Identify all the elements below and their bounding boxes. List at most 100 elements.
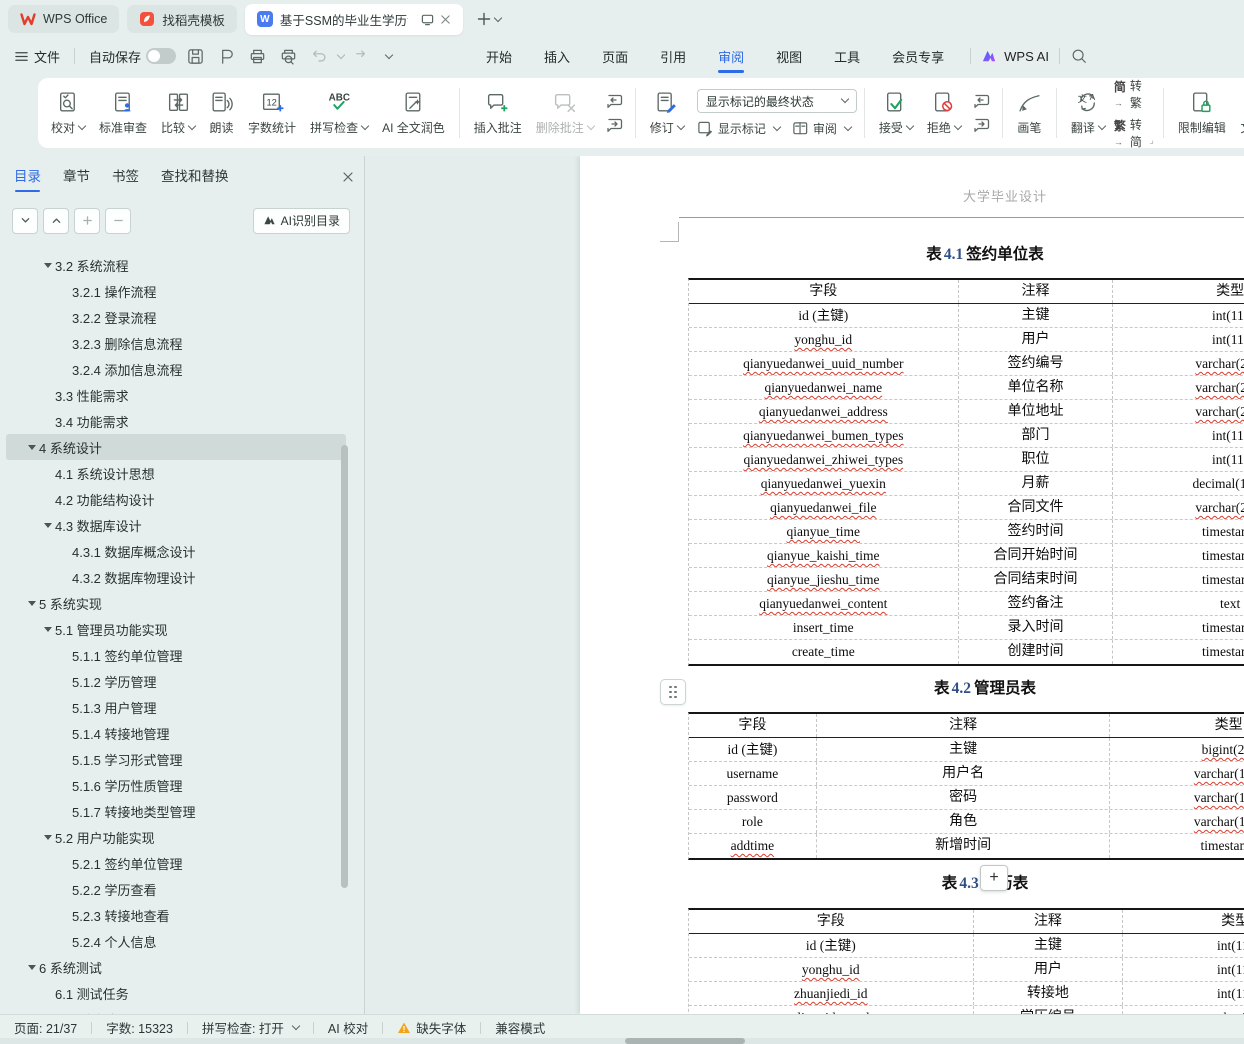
insert-plus-button[interactable]: +: [980, 865, 1008, 891]
doc-permission-button[interactable]: 文档: [1233, 86, 1244, 140]
previous-comment-icon[interactable]: [605, 93, 624, 109]
to-simplified-button[interactable]: 繁→ 转简: [1114, 116, 1142, 149]
toc-item[interactable]: 5.2 用户功能实现: [6, 824, 346, 850]
compat-mode-indicator[interactable]: 兼容模式: [495, 1018, 545, 1037]
toc-item[interactable]: 4.3.2 数据库物理设计: [6, 564, 346, 590]
redo-icon[interactable]: [350, 47, 368, 65]
toc-item[interactable]: 3.2 系统流程: [6, 252, 346, 278]
toc-item[interactable]: 5.1.3 用户管理: [6, 694, 346, 720]
toc-item[interactable]: 5.2.1 签约单位管理: [6, 850, 346, 876]
reject-revision-button[interactable]: 拒绝: [920, 86, 968, 140]
missing-font-warning[interactable]: 缺失字体: [397, 1018, 466, 1037]
toc-item[interactable]: 3.2.3 删除信息流程: [6, 330, 346, 356]
zoom-out-button[interactable]: [105, 207, 131, 234]
toc-item[interactable]: 5.2.2 学历查看: [6, 876, 346, 902]
collaborate-icon[interactable]: [421, 13, 434, 26]
spell-check-button[interactable]: ABC 拼写检查: [303, 86, 375, 140]
collapse-arrow-icon[interactable]: [40, 262, 55, 268]
toc-item[interactable]: 5.1 管理员功能实现: [6, 616, 346, 642]
zoom-in-button[interactable]: [74, 207, 100, 234]
toc-item[interactable]: 6.2 测试过程: [6, 1006, 346, 1015]
restrict-edit-button[interactable]: 限制编辑: [1171, 86, 1233, 140]
save-icon[interactable]: [186, 47, 205, 66]
export-pdf-icon[interactable]: [217, 47, 236, 66]
toc-item[interactable]: 4.3 数据库设计: [6, 512, 346, 538]
tab-docer-templates[interactable]: 找稻壳模板: [127, 5, 237, 33]
markup-state-dropdown[interactable]: 显示标记的最终状态: [696, 89, 857, 113]
quick-toolbar-chevron-icon[interactable]: [384, 50, 394, 59]
toc-item[interactable]: 5.1.6 学历性质管理: [6, 772, 346, 798]
collapse-arrow-icon[interactable]: [24, 964, 39, 970]
toc-item[interactable]: 5.1.1 签约单位管理: [6, 642, 346, 668]
toc-item[interactable]: 4.1 系统设计思想: [6, 460, 346, 486]
tab-document-active[interactable]: W 基于SSM的毕业生学历证明系: [244, 3, 463, 35]
menu-item-view[interactable]: 视图: [760, 38, 818, 74]
horizontal-scrollbar[interactable]: [0, 1038, 1244, 1044]
show-markup-button[interactable]: 显示标记: [697, 120, 782, 137]
proofread-button[interactable]: 校对: [44, 86, 92, 140]
toc-item[interactable]: 3.2.1 操作流程: [6, 278, 346, 304]
search-icon[interactable]: [1070, 47, 1088, 65]
brush-button[interactable]: 画笔: [1010, 86, 1049, 140]
toc-item[interactable]: 5 系统实现: [6, 590, 346, 616]
horizontal-scrollbar-thumb[interactable]: [625, 1038, 745, 1044]
collapse-arrow-icon[interactable]: [40, 522, 55, 528]
previous-revision-icon[interactable]: [972, 93, 991, 109]
collapse-arrow-icon[interactable]: [40, 834, 55, 840]
toc-item[interactable]: 4.3.1 数据库概念设计: [6, 538, 346, 564]
toc-item[interactable]: 3.2.4 添加信息流程: [6, 356, 346, 382]
standard-review-button[interactable]: 标准审查: [92, 86, 154, 140]
toc-item[interactable]: 5.1.2 学历管理: [6, 668, 346, 694]
toc-item[interactable]: 4 系统设计: [6, 434, 346, 460]
toc-item[interactable]: 5.1.7 转接地类型管理: [6, 798, 346, 824]
ai-recognize-toc-button[interactable]: AI识别目录: [252, 207, 350, 234]
new-tab-icon[interactable]: [477, 12, 491, 26]
document-page[interactable]: 大学毕业设计 表4.1签约单位表 字段注释类型id (主键)主键int(11)y…: [580, 156, 1244, 1014]
tab-list-chevron-icon[interactable]: [493, 13, 503, 22]
print-preview-icon[interactable]: [279, 47, 298, 66]
tab-wps-office[interactable]: WPS Office: [8, 5, 120, 33]
collapse-arrow-icon[interactable]: [40, 626, 55, 632]
next-comment-icon[interactable]: [605, 117, 624, 133]
table-move-handle[interactable]: [660, 679, 686, 705]
sidebar-tab-bookmarks[interactable]: 书签: [112, 165, 139, 189]
dialog-launcher-icon[interactable]: ⌟: [1150, 135, 1154, 146]
sidebar-scrollbar-thumb[interactable]: [341, 445, 348, 888]
undo-chevron-icon[interactable]: [336, 50, 346, 59]
compare-button[interactable]: 比较: [154, 86, 202, 140]
undo-icon[interactable]: [310, 47, 328, 65]
autosave-toggle[interactable]: [146, 48, 177, 64]
track-changes-button[interactable]: 修订: [643, 86, 691, 140]
toc-item[interactable]: 6.1 测试任务: [6, 980, 346, 1006]
menu-item-review[interactable]: 审阅: [702, 38, 760, 74]
sidebar-tab-chapters[interactable]: 章节: [63, 165, 90, 189]
close-tab-icon[interactable]: [440, 14, 451, 25]
collapse-arrow-icon[interactable]: [24, 600, 39, 606]
toc-item[interactable]: 5.2.3 转接地查看: [6, 902, 346, 928]
menu-item-member[interactable]: 会员专享: [876, 38, 960, 74]
ai-proofread-status[interactable]: AI 校对: [328, 1018, 368, 1037]
collapse-arrow-icon[interactable]: [24, 444, 39, 450]
to-traditional-button[interactable]: 简→ 转繁: [1114, 78, 1142, 111]
wps-ai-button[interactable]: WPS AI: [981, 48, 1049, 65]
delete-comment-button[interactable]: 删除批注: [529, 86, 601, 140]
toc-item[interactable]: 6 系统测试: [6, 954, 346, 980]
print-icon[interactable]: [248, 47, 267, 66]
translate-button[interactable]: 文A 翻译: [1064, 86, 1112, 140]
toc-item[interactable]: 4.2 功能结构设计: [6, 486, 346, 512]
collapse-all-button[interactable]: [43, 207, 69, 234]
word-count-button[interactable]: 12 字数统计: [241, 86, 303, 140]
accept-revision-button[interactable]: 接受: [872, 86, 920, 140]
next-revision-icon[interactable]: [972, 117, 991, 133]
toc-item[interactable]: 3.4 功能需求: [6, 408, 346, 434]
sidebar-tab-catalog[interactable]: 目录: [14, 165, 41, 192]
review-pane-button[interactable]: 审阅: [792, 120, 853, 137]
menu-item-reference[interactable]: 引用: [644, 38, 702, 74]
sidebar-tab-find-replace[interactable]: 查找和替换: [161, 165, 229, 189]
menu-item-insert[interactable]: 插入: [528, 38, 586, 74]
read-aloud-button[interactable]: 朗读: [202, 86, 241, 140]
toc-item[interactable]: 5.1.4 转接地管理: [6, 720, 346, 746]
toc-item[interactable]: 5.2.4 个人信息: [6, 928, 346, 954]
menu-item-page[interactable]: 页面: [586, 38, 644, 74]
menu-item-tools[interactable]: 工具: [818, 38, 876, 74]
